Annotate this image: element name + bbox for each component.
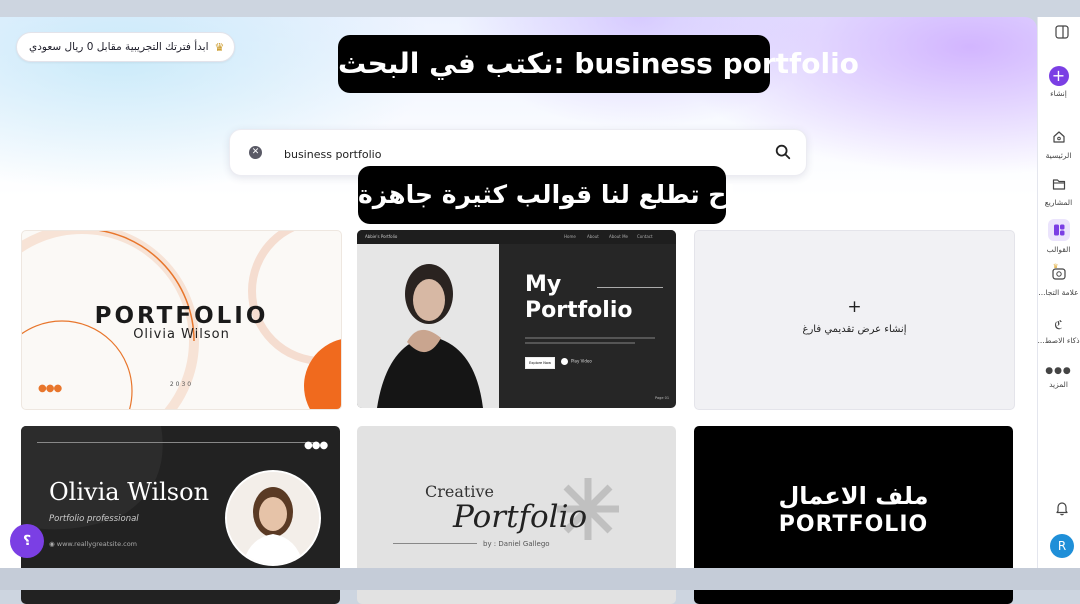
create-blank-label: إنشاء عرض تقديمي فارغ [802, 324, 907, 335]
sidebar-item-more[interactable]: ●●● المزيد [1037, 358, 1080, 389]
template-brand: Abbie's Portfolio [365, 234, 398, 239]
sidebar-item-ai[interactable]: ℭ ذكاء الاصط... [1037, 314, 1080, 345]
panel-toggle-icon[interactable] [1055, 25, 1069, 39]
sidebar-item-create[interactable]: + إنشاء [1037, 66, 1080, 98]
template-title: PORTFOLIO [778, 512, 929, 537]
plus-icon: + [847, 297, 862, 317]
template-explore-button: Explore Now [525, 357, 555, 369]
search-input[interactable] [282, 143, 746, 165]
search-icon[interactable] [774, 143, 792, 161]
sidebar-item-home[interactable]: الرئيسية [1037, 129, 1080, 160]
template-card-my-portfolio[interactable]: Abbie's Portfolio Home About About Me Co… [357, 230, 676, 408]
template-avatar [225, 470, 321, 566]
template-website: ◉ www.reallygreatsite.com [49, 540, 138, 548]
dots-decoration: ●●● [38, 383, 62, 394]
template-navbar: Abbie's Portfolio Home About About Me Co… [357, 230, 676, 244]
caption-overlay-middle: راح تطلع لنا قوالب كثيرة جاهزة [358, 166, 749, 224]
home-icon [1052, 131, 1065, 143]
sidebar-item-projects[interactable]: المشاريع [1037, 176, 1080, 207]
template-title: PORTFOLIO [94, 303, 269, 329]
template-nav-item: Contact [637, 234, 653, 239]
template-nav-item: About [587, 234, 599, 239]
sidebar-item-label: إنشاء [1050, 89, 1067, 98]
template-arabic-title: ملف الاعمال [778, 482, 929, 510]
template-divider [37, 442, 317, 443]
template-page-number: Page 01 [655, 396, 670, 400]
template-heading: My Portfolio [525, 272, 633, 323]
template-name: Olivia Wilson [49, 478, 210, 506]
brand-icon: ♛ [1051, 263, 1066, 280]
ai-icon: ℭ [1054, 318, 1063, 332]
trial-banner-text: ابدأ فترتك التجريبية مقابل 0 ريال سعودي [29, 41, 209, 53]
template-divider [393, 543, 477, 544]
template-name: Olivia Wilson [133, 327, 230, 342]
template-nav-item: Home [564, 234, 576, 239]
caption-overlay-top: نكتب في البحث: business portfolio [338, 35, 859, 93]
more-dots-icon: ●●● [1045, 366, 1072, 376]
help-button[interactable]: ؟ [10, 524, 44, 558]
template-nav-item: About Me [609, 234, 629, 239]
folder-icon [1052, 179, 1065, 190]
sidebar-item-brand[interactable]: ♛ علامة التجا... [1037, 263, 1080, 297]
template-card-portfolio-olivia[interactable]: PORTFOLIO Olivia Wilson 2030 ●●● [21, 230, 342, 410]
template-year: 2030 [169, 381, 194, 388]
template-text-line [525, 342, 635, 344]
sidebar-item-label: ذكاء الاصط... [1037, 336, 1080, 345]
template-photo [357, 244, 499, 408]
crown-icon: ♛ [214, 40, 225, 54]
template-author: by : Daniel Gallego [483, 540, 550, 548]
user-avatar[interactable]: R [1050, 534, 1074, 558]
template-heading: Portfolio [453, 499, 588, 535]
notification-bell-icon[interactable] [1054, 500, 1070, 516]
window-bottom-strip [0, 568, 1080, 590]
templates-icon [1047, 219, 1070, 241]
sidebar-item-label: المزيد [1049, 380, 1068, 389]
sidebar-item-templates[interactable]: القوالب [1037, 219, 1080, 254]
trial-banner[interactable]: ♛ ابدأ فترتك التجريبية مقابل 0 ريال سعود… [16, 32, 236, 62]
template-divider [597, 287, 663, 288]
template-text-line [525, 337, 655, 339]
template-play-video: Play Video [561, 358, 592, 365]
sidebar-item-label: الرئيسية [1045, 151, 1072, 160]
sidebar-item-label: علامة التجا... [1038, 288, 1079, 297]
clear-search-icon[interactable]: ✕ [249, 146, 262, 159]
window-top-strip [0, 0, 1080, 17]
create-blank-presentation-card[interactable]: + إنشاء عرض تقديمي فارغ [694, 230, 1015, 410]
template-role: Portfolio professional [49, 514, 139, 524]
sidebar-item-label: المشاريع [1044, 198, 1073, 207]
plus-icon: + [1048, 66, 1069, 86]
sidebar-item-label: القوالب [1046, 245, 1071, 254]
more-dots-icon: ●●● [304, 440, 328, 451]
